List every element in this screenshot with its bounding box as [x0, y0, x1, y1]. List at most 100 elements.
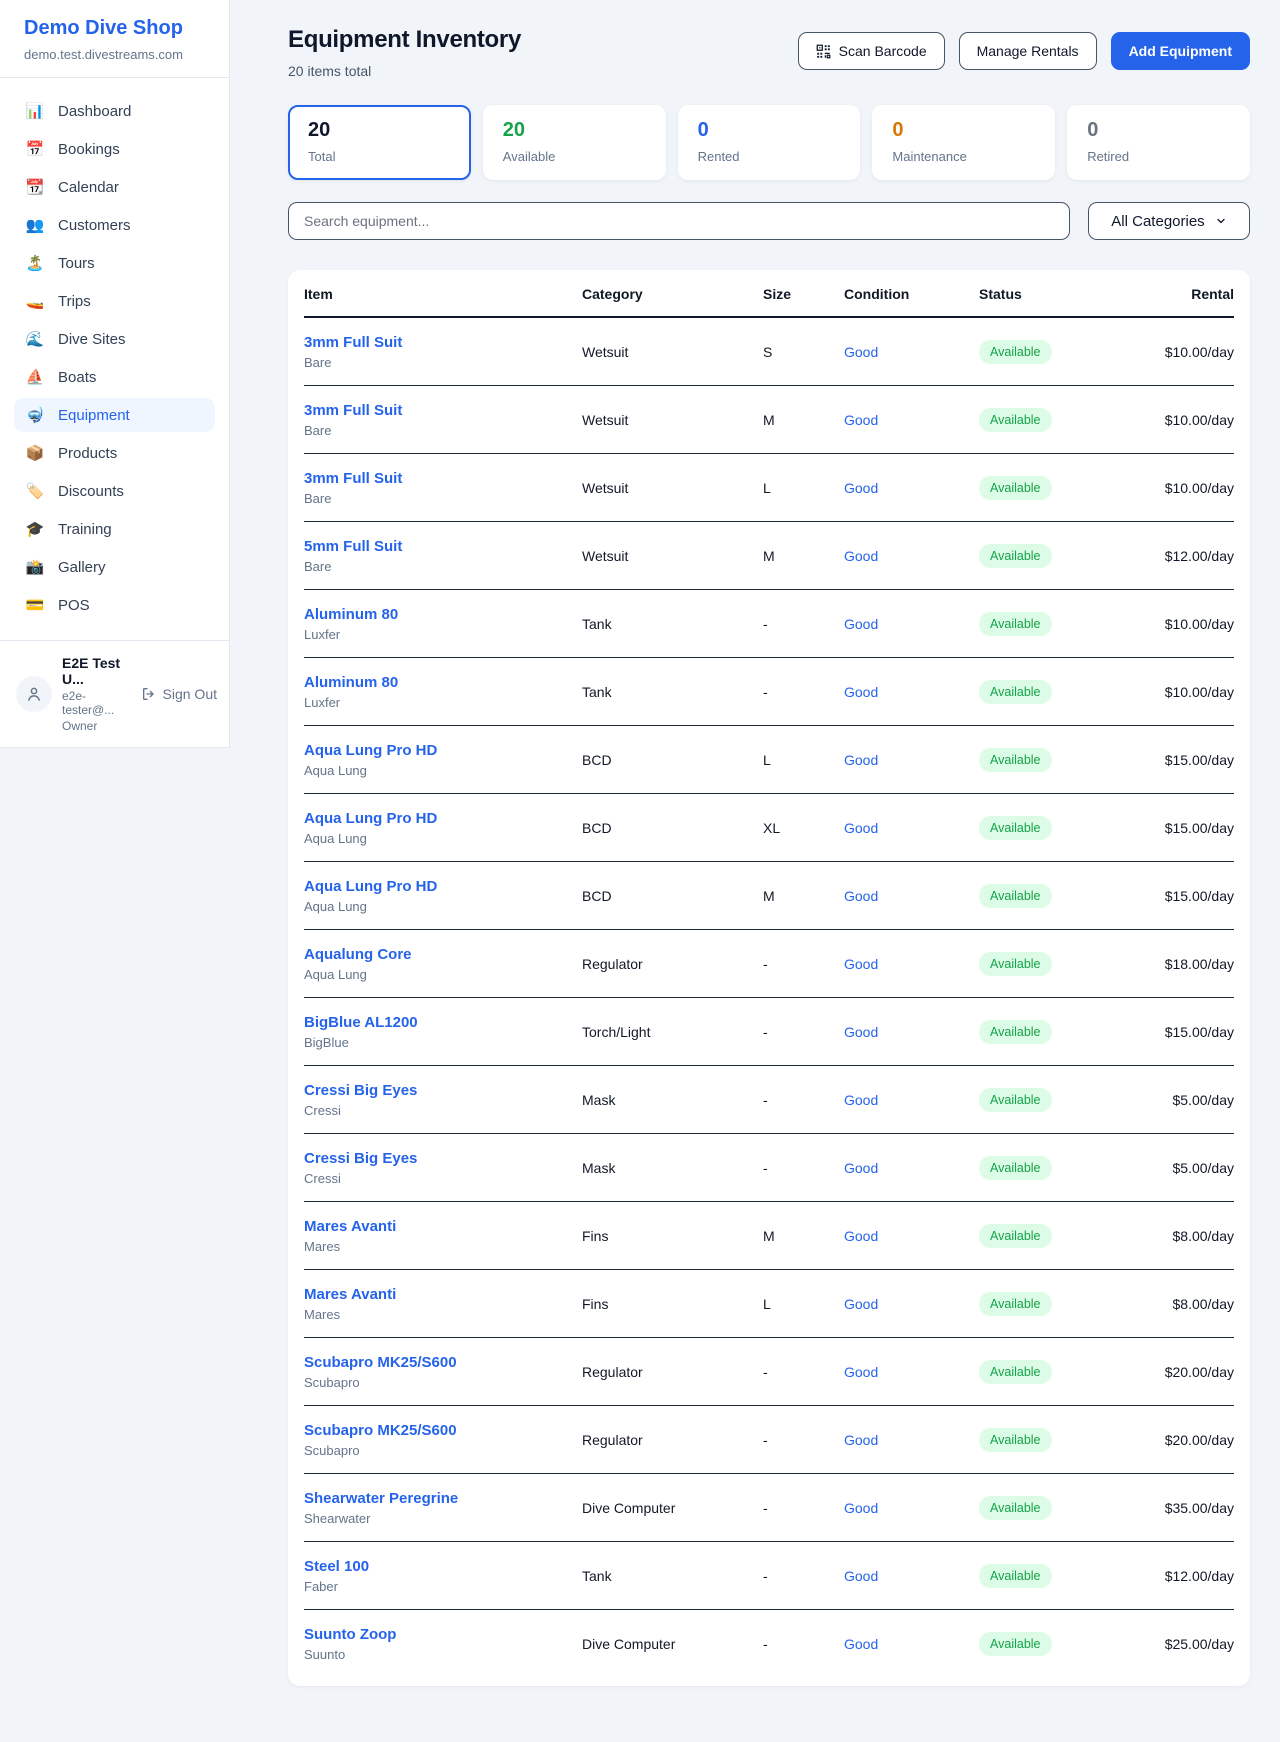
item-link[interactable]: 3mm Full Suit	[304, 470, 582, 487]
category-cell: Mask	[582, 1092, 763, 1108]
size-cell: L	[763, 752, 844, 768]
dive-sites-icon: 🌊	[25, 330, 45, 348]
stat-label: Total	[308, 149, 451, 164]
brand-link[interactable]: Demo Dive Shop	[24, 17, 205, 40]
sidebar-item-customers[interactable]: 👥Customers	[14, 208, 215, 242]
condition-link[interactable]: Good	[844, 1228, 878, 1244]
sidebar-item-pos[interactable]: 💳POS	[14, 588, 215, 622]
table-row: BigBlue AL1200BigBlueTorch/Light-GoodAva…	[304, 998, 1234, 1066]
condition-link[interactable]: Good	[844, 616, 878, 632]
condition-link[interactable]: Good	[844, 1364, 878, 1380]
rental-cell: $10.00/day	[1110, 412, 1234, 428]
manage-rentals-button[interactable]: Manage Rentals	[959, 32, 1097, 70]
category-select[interactable]: All Categories	[1088, 202, 1250, 240]
item-link[interactable]: Aluminum 80	[304, 674, 582, 691]
sidebar-item-gallery[interactable]: 📸Gallery	[14, 550, 215, 584]
item-link[interactable]: Cressi Big Eyes	[304, 1150, 582, 1167]
item-link[interactable]: Shearwater Peregrine	[304, 1490, 582, 1507]
size-cell: -	[763, 1500, 844, 1516]
condition-link[interactable]: Good	[844, 412, 878, 428]
item-link[interactable]: Cressi Big Eyes	[304, 1082, 582, 1099]
sidebar-item-label: POS	[58, 597, 90, 614]
item-link[interactable]: Mares Avanti	[304, 1218, 582, 1235]
rental-cell: $8.00/day	[1110, 1296, 1234, 1312]
status-cell: Available	[979, 1088, 1110, 1112]
condition-link[interactable]: Good	[844, 1296, 878, 1312]
products-icon: 📦	[25, 444, 45, 462]
sign-out-button[interactable]: Sign Out	[141, 686, 217, 702]
condition-cell: Good	[844, 412, 979, 428]
search-input[interactable]	[288, 202, 1070, 240]
item-link[interactable]: Steel 100	[304, 1558, 582, 1575]
category-cell: Regulator	[582, 1432, 763, 1448]
stat-card-maintenance[interactable]: 0Maintenance	[872, 105, 1055, 180]
condition-link[interactable]: Good	[844, 820, 878, 836]
condition-link[interactable]: Good	[844, 344, 878, 360]
item-link[interactable]: Aqua Lung Pro HD	[304, 742, 582, 759]
scan-barcode-button[interactable]: Scan Barcode	[798, 32, 945, 70]
equipment-icon: 🤿	[25, 406, 45, 424]
item-link[interactable]: Suunto Zoop	[304, 1626, 582, 1643]
item-cell: Aqua Lung Pro HDAqua Lung	[304, 810, 582, 846]
item-brand: Aqua Lung	[304, 967, 582, 982]
calendar-icon: 📆	[25, 178, 45, 196]
category-cell: Regulator	[582, 956, 763, 972]
item-link[interactable]: Aqua Lung Pro HD	[304, 878, 582, 895]
sidebar-item-boats[interactable]: ⛵Boats	[14, 360, 215, 394]
item-link[interactable]: Scubapro MK25/S600	[304, 1354, 582, 1371]
status-cell: Available	[979, 1632, 1110, 1656]
item-link[interactable]: 3mm Full Suit	[304, 334, 582, 351]
status-cell: Available	[979, 1292, 1110, 1316]
status-cell: Available	[979, 612, 1110, 636]
sidebar-item-dashboard[interactable]: 📊Dashboard	[14, 94, 215, 128]
table-row: Steel 100FaberTank-GoodAvailable$12.00/d…	[304, 1542, 1234, 1610]
condition-link[interactable]: Good	[844, 956, 878, 972]
item-link[interactable]: Scubapro MK25/S600	[304, 1422, 582, 1439]
category-cell: BCD	[582, 752, 763, 768]
sidebar-item-discounts[interactable]: 🏷️Discounts	[14, 474, 215, 508]
sidebar-item-label: Dive Sites	[58, 331, 126, 348]
condition-link[interactable]: Good	[844, 888, 878, 904]
category-cell: Fins	[582, 1296, 763, 1312]
condition-link[interactable]: Good	[844, 752, 878, 768]
condition-link[interactable]: Good	[844, 1092, 878, 1108]
condition-link[interactable]: Good	[844, 1636, 878, 1652]
sidebar-item-products[interactable]: 📦Products	[14, 436, 215, 470]
stat-card-rented[interactable]: 0Rented	[678, 105, 861, 180]
sidebar-item-trips[interactable]: 🚤Trips	[14, 284, 215, 318]
add-equipment-button[interactable]: Add Equipment	[1111, 32, 1250, 70]
category-cell: BCD	[582, 888, 763, 904]
status-badge: Available	[979, 476, 1052, 500]
item-link[interactable]: Mares Avanti	[304, 1286, 582, 1303]
condition-link[interactable]: Good	[844, 548, 878, 564]
item-cell: BigBlue AL1200BigBlue	[304, 1014, 582, 1050]
sidebar-item-training[interactable]: 🎓Training	[14, 512, 215, 546]
discounts-icon: 🏷️	[25, 482, 45, 500]
condition-link[interactable]: Good	[844, 1160, 878, 1176]
item-link[interactable]: 5mm Full Suit	[304, 538, 582, 555]
condition-link[interactable]: Good	[844, 684, 878, 700]
rental-cell: $20.00/day	[1110, 1364, 1234, 1380]
condition-link[interactable]: Good	[844, 480, 878, 496]
condition-cell: Good	[844, 548, 979, 564]
item-link[interactable]: Aqua Lung Pro HD	[304, 810, 582, 827]
stat-card-retired[interactable]: 0Retired	[1067, 105, 1250, 180]
condition-link[interactable]: Good	[844, 1568, 878, 1584]
item-brand: Scubapro	[304, 1443, 582, 1458]
condition-link[interactable]: Good	[844, 1024, 878, 1040]
item-link[interactable]: BigBlue AL1200	[304, 1014, 582, 1031]
condition-link[interactable]: Good	[844, 1500, 878, 1516]
item-link[interactable]: 3mm Full Suit	[304, 402, 582, 419]
size-cell: -	[763, 1160, 844, 1176]
condition-link[interactable]: Good	[844, 1432, 878, 1448]
sidebar-item-dive-sites[interactable]: 🌊 Dive Sites	[14, 322, 215, 356]
sidebar-item-bookings[interactable]: 📅Bookings	[14, 132, 215, 166]
stat-card-available[interactable]: 20Available	[483, 105, 666, 180]
sidebar-item-equipment[interactable]: 🤿Equipment	[14, 398, 215, 432]
sidebar-item-tours[interactable]: 🏝️Tours	[14, 246, 215, 280]
item-link[interactable]: Aluminum 80	[304, 606, 582, 623]
status-badge: Available	[979, 1564, 1052, 1588]
stat-card-total[interactable]: 20Total	[288, 105, 471, 180]
item-link[interactable]: Aqualung Core	[304, 946, 582, 963]
sidebar-item-calendar[interactable]: 📆Calendar	[14, 170, 215, 204]
